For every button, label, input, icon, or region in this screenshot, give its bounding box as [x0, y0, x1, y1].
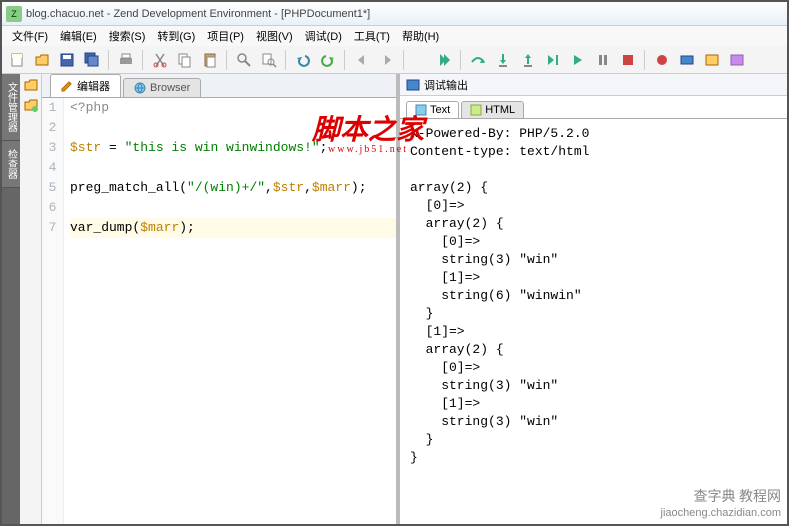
find-in-files-button[interactable] [258, 49, 280, 71]
menu-file[interactable]: 文件(F) [8, 26, 52, 46]
output-header-icon [406, 78, 420, 92]
continue-button[interactable] [567, 49, 589, 71]
file-manager-tab[interactable]: 文件管理器 [2, 74, 20, 141]
output-tab-html[interactable]: HTML [461, 101, 524, 118]
output-tab-text[interactable]: Text [406, 101, 459, 118]
paste-button[interactable] [199, 49, 221, 71]
html-icon [470, 104, 482, 116]
menu-tools[interactable]: 工具(T) [350, 26, 394, 46]
find-button[interactable] [233, 49, 255, 71]
code-lines[interactable]: <?php $str = "this is win winwindows!"; … [64, 98, 396, 524]
editor-panel: 编辑器 Browser 1234567 <?php $str = "this i… [42, 74, 400, 524]
new-file-button[interactable] [6, 49, 28, 71]
pause-button[interactable] [592, 49, 614, 71]
step-out-button[interactable] [517, 49, 539, 71]
menu-debug[interactable]: 调试(D) [301, 26, 346, 46]
output-text[interactable]: X-Powered-By: PHP/5.2.0 Content-type: te… [400, 118, 787, 524]
folder-icon[interactable] [23, 78, 39, 94]
nav-back-button[interactable] [351, 49, 373, 71]
line-gutter: 1234567 [42, 98, 64, 524]
window-title: blog.chacuo.net - Zend Development Envir… [26, 8, 370, 20]
vertical-tabs: 文件管理器 检查器 [2, 74, 20, 524]
editor-tabs: 编辑器 Browser [42, 74, 396, 98]
menu-help[interactable]: 帮助(H) [398, 26, 443, 46]
side-icon-column [20, 74, 42, 524]
bottom-watermark: 查字典 教程网 jiaocheng.chazidian.com [661, 490, 781, 520]
text-icon [415, 104, 427, 116]
editor-tab-label: 编辑器 [77, 78, 110, 94]
app-icon: Z [6, 6, 22, 22]
settings-button[interactable] [726, 49, 748, 71]
output-title: 调试输出 [424, 77, 468, 93]
output-tabs: Text HTML [400, 96, 787, 118]
folder-tree-icon[interactable] [23, 98, 39, 114]
step-into-button[interactable] [492, 49, 514, 71]
menu-project[interactable]: 项目(P) [203, 26, 248, 46]
print-button[interactable] [115, 49, 137, 71]
nav-forward-button[interactable] [376, 49, 398, 71]
pencil-icon [61, 80, 73, 92]
save-button[interactable] [56, 49, 78, 71]
output-button[interactable] [701, 49, 723, 71]
titlebar: Z blog.chacuo.net - Zend Development Env… [2, 2, 787, 26]
menu-search[interactable]: 搜索(S) [105, 26, 150, 46]
menu-goto[interactable]: 转到(G) [153, 26, 199, 46]
menubar: 文件(F) 编辑(E) 搜索(S) 转到(G) 项目(P) 视图(V) 调试(D… [2, 26, 787, 46]
output-panel: 调试输出 Text HTML X-Powered-By: PHP/5.2.0 C… [400, 74, 787, 524]
watch-button[interactable] [676, 49, 698, 71]
menu-edit[interactable]: 编辑(E) [56, 26, 101, 46]
run-start-button[interactable] [433, 49, 455, 71]
run-to-cursor-button[interactable] [542, 49, 564, 71]
breakpoint-button[interactable] [651, 49, 673, 71]
copy-button[interactable] [174, 49, 196, 71]
editor-tab-browser[interactable]: Browser [123, 78, 201, 97]
menu-view[interactable]: 视图(V) [252, 26, 297, 46]
redo-button[interactable] [317, 49, 339, 71]
open-button[interactable] [31, 49, 53, 71]
editor-tab-code[interactable]: 编辑器 [50, 74, 121, 97]
toolbar [2, 46, 787, 74]
cut-button[interactable] [149, 49, 171, 71]
save-all-button[interactable] [81, 49, 103, 71]
undo-button[interactable] [292, 49, 314, 71]
browser-tab-label: Browser [150, 82, 190, 94]
inspector-tab[interactable]: 检查器 [2, 141, 20, 188]
stop-button[interactable] [617, 49, 639, 71]
globe-icon [134, 82, 146, 94]
code-area[interactable]: 1234567 <?php $str = "this is win winwin… [42, 98, 396, 524]
output-header: 调试输出 [400, 74, 787, 96]
step-over-button[interactable] [467, 49, 489, 71]
